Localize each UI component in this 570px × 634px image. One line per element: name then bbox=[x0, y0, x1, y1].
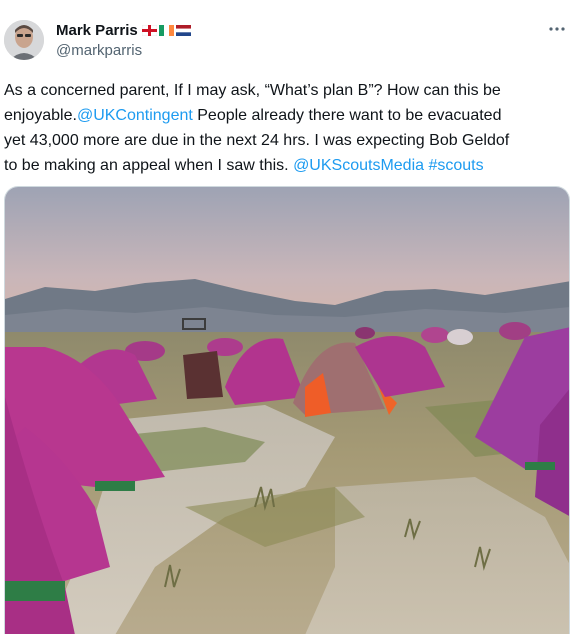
avatar[interactable] bbox=[4, 20, 44, 60]
tweet-text-line: As a concerned parent, If I may ask, “Wh… bbox=[4, 82, 501, 99]
mention-link-ukscoutsmedia[interactable]: @UKScoutsMedia bbox=[293, 157, 424, 174]
name-row: Mark Parris bbox=[56, 20, 191, 40]
tweet-text: As a concerned parent, If I may ask, “Wh… bbox=[4, 78, 564, 178]
tweet-text-line: enjoyable.@UKContingent People already t… bbox=[4, 103, 564, 128]
mention-link-ukcontingent[interactable]: @UKContingent bbox=[77, 107, 193, 124]
ireland-flag-icon bbox=[158, 24, 174, 36]
photo-flooded-campsite bbox=[5, 187, 569, 634]
user-handle[interactable]: @markparris bbox=[56, 42, 191, 59]
tweet-text-line: yet 43,000 more are due in the next 24 h… bbox=[4, 132, 510, 149]
text-segment: enjoyable. bbox=[4, 107, 77, 124]
flag-emojis bbox=[141, 24, 191, 36]
more-options-button[interactable] bbox=[546, 18, 568, 40]
display-name[interactable]: Mark Parris bbox=[56, 22, 138, 39]
tweet: Mark Parris @markparris As a concerned p… bbox=[0, 0, 570, 634]
more-horizontal-icon bbox=[549, 27, 565, 31]
netherlands-flag-icon bbox=[175, 24, 191, 36]
england-flag-icon bbox=[141, 24, 157, 36]
hashtag-link-scouts[interactable]: #scouts bbox=[428, 157, 483, 174]
text-segment: People already there want to be evacuate… bbox=[192, 107, 502, 124]
avatar-image bbox=[4, 20, 44, 60]
user-info: Mark Parris @markparris bbox=[56, 20, 191, 59]
tweet-media-photo[interactable] bbox=[4, 186, 570, 634]
tweet-text-line: to be making an appeal when I saw this. … bbox=[4, 153, 564, 178]
text-segment: to be making an appeal when I saw this. bbox=[4, 157, 294, 174]
